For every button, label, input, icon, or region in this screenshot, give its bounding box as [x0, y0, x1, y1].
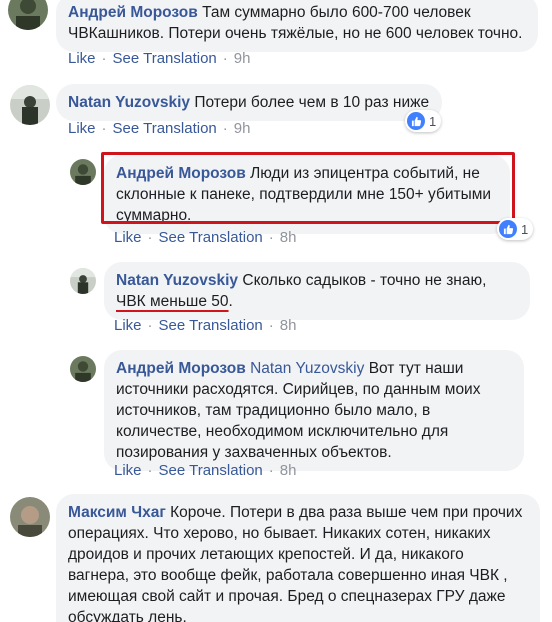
timestamp[interactable]: 9h — [234, 120, 251, 137]
avatar[interactable] — [10, 497, 50, 537]
like-link[interactable]: Like — [114, 229, 142, 246]
separator: · — [147, 462, 153, 479]
reaction-count[interactable]: 1 — [497, 218, 534, 240]
timestamp[interactable]: 8h — [280, 229, 297, 246]
see-translation-link[interactable]: See Translation — [113, 120, 217, 137]
thumbs-up-icon — [499, 220, 517, 238]
comment-bubble: Андрей Морозов Natan Yuzovskiy Вот тут н… — [104, 350, 524, 471]
separator: · — [101, 120, 107, 137]
mention-link[interactable]: Natan Yuzovskiy — [250, 360, 364, 377]
comment-bubble: Максим Чхаг Короче. Потери в два раза вы… — [56, 494, 540, 622]
like-link[interactable]: Like — [114, 462, 142, 479]
like-link[interactable]: Like — [68, 50, 96, 67]
comment-bubble: Андрей Морозов Там суммарно было 600-700… — [56, 0, 538, 52]
like-link[interactable]: Like — [114, 317, 142, 334]
timestamp[interactable]: 8h — [280, 317, 297, 334]
separator: · — [222, 50, 228, 67]
comment-author[interactable]: Максим Чхаг — [68, 504, 166, 521]
comment-bubble: Natan Yuzovskiy Сколько садыков - точно … — [104, 262, 530, 320]
see-translation-link[interactable]: See Translation — [159, 229, 263, 246]
reaction-count[interactable]: 1 — [405, 110, 442, 132]
see-translation-link[interactable]: See Translation — [159, 317, 263, 334]
comment-author[interactable]: Андрей Морозов — [116, 360, 246, 377]
comment-bubble: Natan Yuzovskiy Потери более чем в 10 ра… — [56, 84, 442, 121]
separator: · — [147, 317, 153, 334]
reaction-number: 1 — [429, 113, 437, 129]
comment-text: Короче. Потери в два раза выше чем при п… — [68, 504, 523, 622]
see-translation-link[interactable]: See Translation — [113, 50, 217, 67]
comment-text: Потери более чем в 10 раз ниже — [194, 94, 430, 111]
like-link[interactable]: Like — [68, 120, 96, 137]
comment-actions: Like · See Translation · 8h — [114, 317, 296, 334]
avatar[interactable] — [10, 85, 50, 125]
separator: · — [222, 120, 228, 137]
comment-author[interactable]: Natan Yuzovskiy — [116, 272, 238, 289]
avatar[interactable] — [8, 0, 48, 30]
comment-actions: Like · See Translation · 9h — [68, 50, 250, 67]
reaction-number: 1 — [521, 221, 529, 237]
highlight-frame — [101, 152, 515, 224]
separator: · — [268, 229, 274, 246]
comment-author[interactable]: Андрей Морозов — [68, 4, 198, 21]
underlined-text: ЧВК меньше 50 — [116, 293, 229, 310]
comment-text-before: Сколько садыков - точно не знаю, — [242, 272, 487, 289]
timestamp[interactable]: 8h — [280, 462, 297, 479]
separator: · — [101, 50, 107, 67]
comment-actions: Like · See Translation · 8h — [114, 462, 296, 479]
separator: · — [147, 229, 153, 246]
thumbs-up-icon — [407, 112, 425, 130]
see-translation-link[interactable]: See Translation — [159, 462, 263, 479]
comment-actions: Like · See Translation · 8h — [114, 229, 296, 246]
avatar[interactable] — [70, 268, 96, 294]
separator: · — [268, 462, 274, 479]
comment-text-after: . — [228, 293, 233, 310]
comment-actions: Like · See Translation · 9h — [68, 120, 250, 137]
avatar[interactable] — [70, 356, 96, 382]
comment-author[interactable]: Natan Yuzovskiy — [68, 94, 190, 111]
avatar[interactable] — [70, 159, 96, 185]
separator: · — [268, 317, 274, 334]
timestamp[interactable]: 9h — [234, 50, 251, 67]
